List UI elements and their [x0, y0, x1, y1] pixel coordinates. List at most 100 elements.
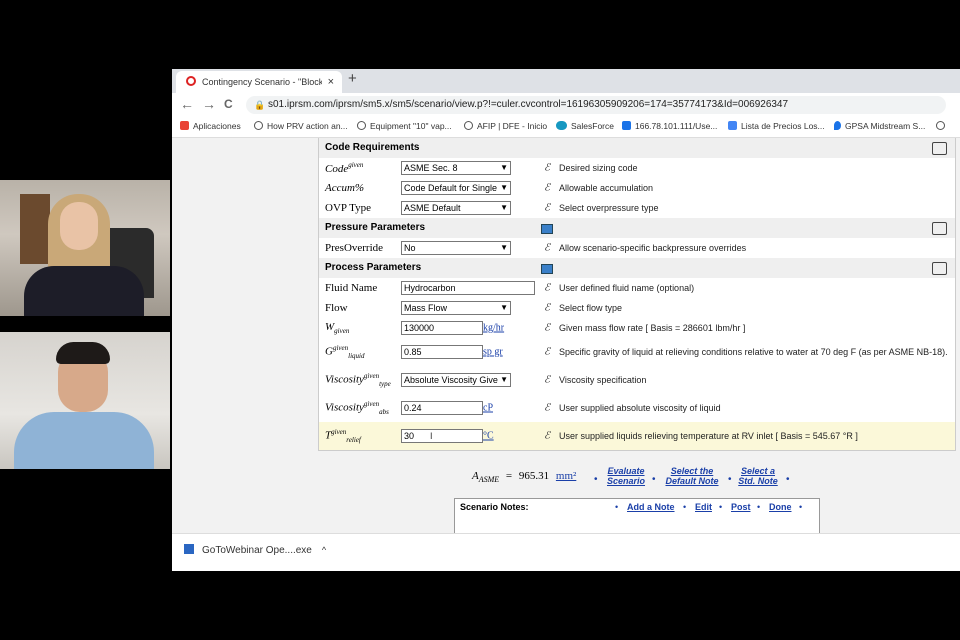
field-description: Viscosity specification: [559, 375, 647, 385]
viscosity-input[interactable]: 0.24: [401, 401, 483, 415]
row-w-given: Wgiven 130000 kg/hr ℰ Given mass flow ra…: [319, 318, 955, 338]
edit-note-link[interactable]: Edit: [695, 502, 712, 512]
edit-section-icon[interactable]: [932, 222, 947, 235]
select-std-note-link[interactable]: Select a Std. Note: [736, 466, 780, 486]
select-default-note-link[interactable]: Select the Default Note: [662, 466, 722, 486]
browser-tab[interactable]: Contingency Scenario - "Blocked ×: [176, 71, 342, 93]
row-code: Codegiven ASME Sec. 8 ▼ ℰ Desired sizing …: [319, 158, 955, 178]
page-content: Code Requirements Codegiven ASME Sec. 8 ▼…: [172, 138, 960, 540]
evaluate-scenario-link[interactable]: Evaluate Scenario: [604, 466, 648, 486]
info-icon[interactable]: ℰ: [544, 403, 550, 414]
field-description: Given mass flow rate [ Basis = 286601 lb…: [559, 323, 746, 333]
fluid-name-input[interactable]: Hydrocarbon: [401, 281, 535, 295]
accum-select[interactable]: Code Default for Single ▼: [401, 181, 511, 195]
text-cursor-icon: I: [430, 431, 433, 441]
bookmark-extra[interactable]: [936, 121, 949, 131]
drop-icon: [834, 121, 841, 130]
forward-icon[interactable]: →: [202, 96, 216, 112]
bookmark-aplicaciones[interactable]: Aplicaciones: [180, 121, 241, 131]
chevron-down-icon: ▼: [500, 162, 508, 174]
field-label: PresOverride: [325, 242, 384, 254]
mass-flow-input[interactable]: 130000: [401, 321, 483, 335]
field-label: OVP Type: [325, 202, 371, 214]
field-description: User supplied liquids relieving temperat…: [559, 431, 858, 441]
unit-link[interactable]: sp gr: [483, 347, 503, 358]
separator-dot: •: [683, 502, 687, 512]
field-description: Allowable accumulation: [559, 183, 654, 193]
field-description: Allow scenario-specific backpressure ove…: [559, 243, 747, 253]
section-toggle-icon[interactable]: [541, 264, 553, 274]
webcam-participant-1: [0, 180, 170, 316]
flow-select[interactable]: Mass Flow ▼: [401, 301, 511, 315]
ovp-type-select[interactable]: ASME Default ▼: [401, 201, 511, 215]
field-label: Fluid Name: [325, 282, 378, 294]
section-title: Code Requirements: [325, 142, 420, 153]
separator-dot: •: [652, 474, 656, 485]
back-icon[interactable]: ←: [180, 96, 194, 112]
chevron-up-icon[interactable]: ^: [322, 545, 326, 555]
code-select[interactable]: ASME Sec. 8 ▼: [401, 161, 511, 175]
edit-section-icon[interactable]: [932, 262, 947, 275]
bookmark-label: 166.78.101.111/Use...: [635, 121, 718, 131]
info-icon[interactable]: ℰ: [544, 283, 550, 294]
apps-icon: [180, 121, 189, 130]
g-icon: [622, 121, 631, 130]
info-icon[interactable]: ℰ: [544, 203, 550, 214]
add-note-link[interactable]: Add a Note: [627, 502, 675, 512]
section-toggle-icon[interactable]: [541, 224, 553, 234]
unit-link[interactable]: kg/hr: [483, 323, 504, 334]
done-note-link[interactable]: Done: [769, 502, 792, 512]
bookmark-label: Equipment "10" vap...: [370, 121, 452, 131]
separator-dot: •: [719, 502, 723, 512]
chevron-down-icon: ▼: [500, 302, 508, 314]
bookmark-lista-precios[interactable]: Lista de Precios Los...: [728, 121, 825, 131]
post-note-link[interactable]: Post: [731, 502, 751, 512]
field-label: Viscositygiventype: [325, 372, 391, 388]
tab-strip: Contingency Scenario - "Blocked × +: [172, 69, 960, 93]
separator-dot: •: [594, 474, 598, 485]
reload-icon[interactable]: C: [224, 97, 233, 111]
info-icon[interactable]: ℰ: [544, 323, 550, 334]
separator-dot: •: [799, 502, 803, 512]
bookmark-afip[interactable]: AFIP | DFE - Inicio: [464, 121, 547, 131]
bookmark-ip-address[interactable]: 166.78.101.111/Use...: [622, 121, 717, 131]
download-item[interactable]: GoToWebinar Ope....exe ^: [184, 544, 326, 556]
presoverride-select[interactable]: No ▼: [401, 241, 511, 255]
unit-link[interactable]: cP: [483, 403, 493, 414]
chevron-down-icon: ▼: [500, 374, 508, 386]
info-icon[interactable]: ℰ: [544, 243, 550, 254]
select-value: ASME Default: [404, 203, 461, 213]
info-icon[interactable]: ℰ: [544, 183, 550, 194]
row-g-liquid: Ggivenliquid 0.85 sp gr ℰ Specific gravi…: [319, 338, 955, 366]
row-fluid-name: Fluid Name Hydrocarbon ℰ User defined fl…: [319, 278, 955, 298]
url-text: s01.iprsm.com/iprsm/sm5.x/sm5/scenario/v…: [268, 99, 789, 110]
globe-icon: [254, 121, 263, 130]
relief-temperature-input[interactable]: 30 I: [401, 429, 483, 443]
bookmark-gpsa[interactable]: GPSA Midstream S...: [834, 121, 925, 131]
info-icon[interactable]: ℰ: [544, 375, 550, 386]
info-icon[interactable]: ℰ: [544, 347, 550, 358]
edit-section-icon[interactable]: [932, 142, 947, 155]
new-tab-button[interactable]: +: [348, 70, 357, 87]
bookmark-salesforce[interactable]: SalesForce: [556, 121, 614, 131]
bookmark-prv[interactable]: How PRV action an...: [254, 121, 348, 131]
address-bar[interactable]: 🔒 s01.iprsm.com/iprsm/sm5.x/sm5/scenario…: [246, 96, 946, 114]
bookmark-equipment[interactable]: Equipment "10" vap...: [357, 121, 452, 131]
specific-gravity-input[interactable]: 0.85: [401, 345, 483, 359]
select-value: Code Default for Single: [404, 183, 498, 193]
row-viscosity-type: Viscositygiventype Absolute Viscosity Gi…: [319, 366, 955, 394]
unit-link[interactable]: °C: [483, 431, 494, 442]
info-icon[interactable]: ℰ: [544, 431, 550, 442]
info-icon[interactable]: ℰ: [544, 303, 550, 314]
bookmark-label: GPSA Midstream S...: [845, 121, 926, 131]
row-flow: Flow Mass Flow ▼ ℰ Select flow type: [319, 298, 955, 318]
required-area-result: AASME = 965.31 mm²: [472, 470, 576, 484]
select-value: Absolute Viscosity Give: [404, 375, 498, 385]
field-description: Select flow type: [559, 303, 623, 313]
viscosity-type-select[interactable]: Absolute Viscosity Give ▼: [401, 373, 511, 387]
globe-icon: [464, 121, 473, 130]
info-icon[interactable]: ℰ: [544, 163, 550, 174]
area-unit-link[interactable]: mm²: [556, 470, 576, 482]
chevron-down-icon: ▼: [500, 182, 508, 194]
close-tab-icon[interactable]: ×: [328, 71, 334, 93]
